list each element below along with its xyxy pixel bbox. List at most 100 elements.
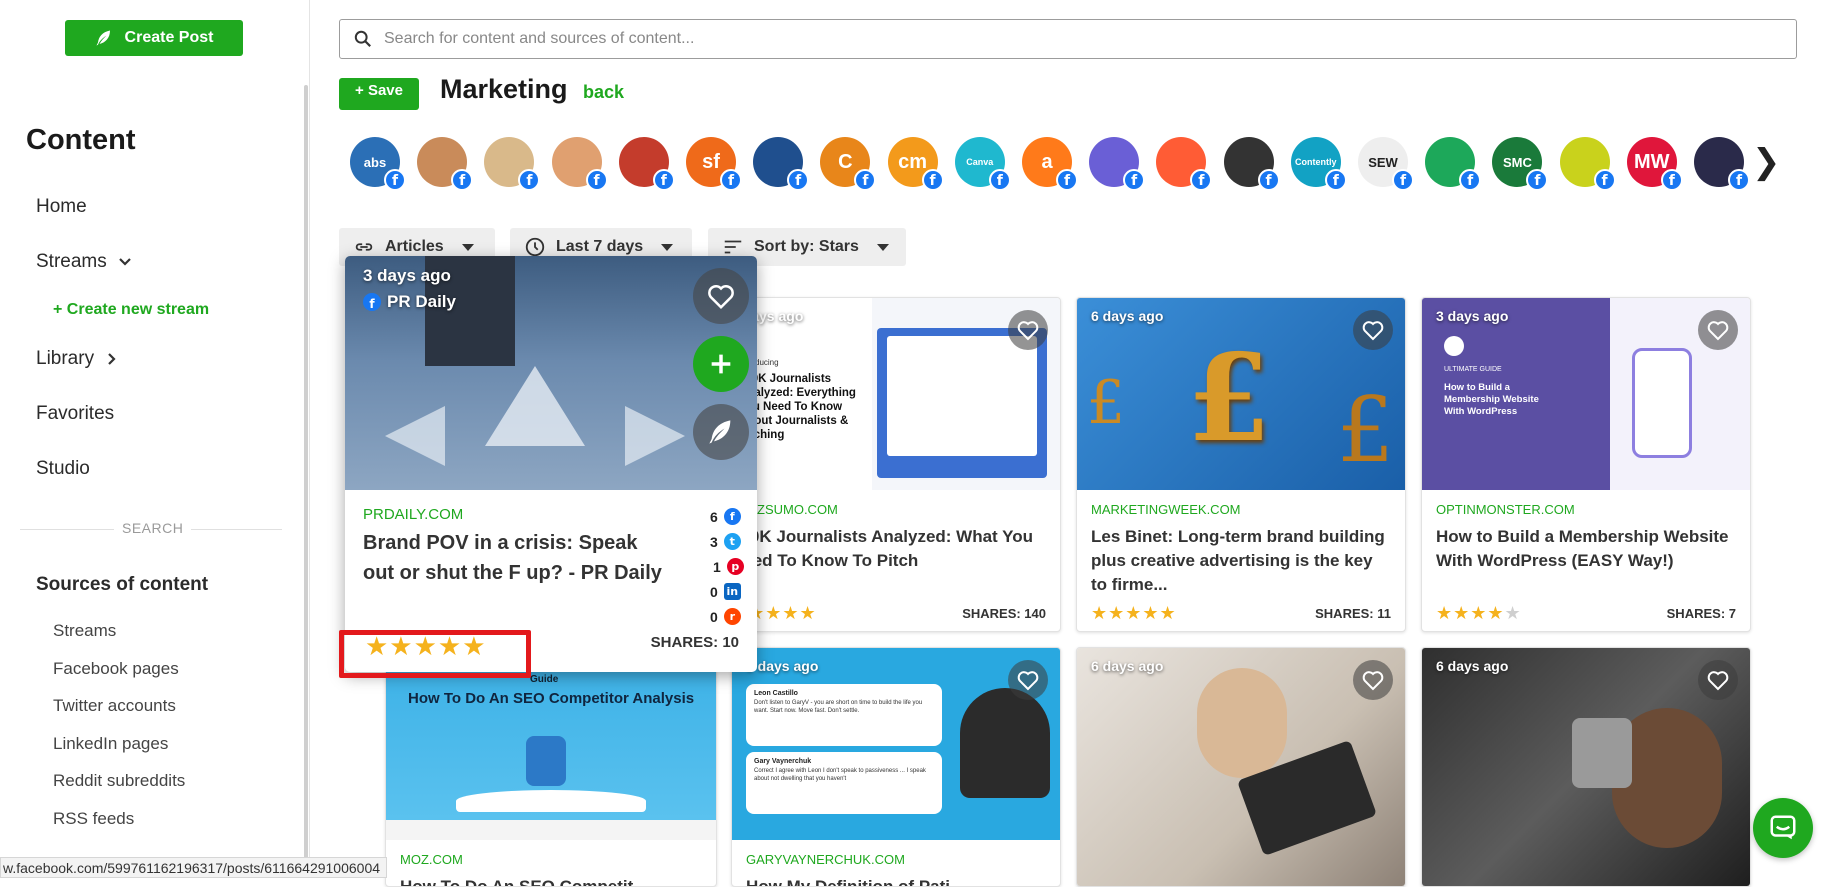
facebook-share-count: 6f bbox=[710, 508, 741, 525]
source-avatar[interactable]: abs f bbox=[350, 137, 406, 191]
add-icon[interactable] bbox=[693, 336, 749, 392]
facebook-icon: f bbox=[384, 169, 406, 191]
thumb-tag: ULTIMATE GUIDE bbox=[1444, 366, 1502, 373]
pound-symbol-icon: £ bbox=[1087, 368, 1126, 438]
sidebar-scrollbar[interactable] bbox=[304, 85, 308, 875]
count-value: 0 bbox=[710, 608, 718, 625]
favorite-heart-icon[interactable] bbox=[1698, 310, 1738, 350]
card-title[interactable]: Brand POV in a crisis: Speak out or shut… bbox=[363, 528, 673, 588]
favorite-heart-icon[interactable] bbox=[1008, 660, 1048, 700]
source-item-linkedin-pages[interactable]: LinkedIn pages bbox=[53, 734, 168, 754]
pinterest-icon: p bbox=[726, 558, 744, 575]
card-title[interactable]: 100K Journalists Analyzed: What You Need… bbox=[731, 525, 1046, 597]
card-domain[interactable]: PRDAILY.COM bbox=[363, 506, 757, 523]
article-card[interactable]: 6 days ago bbox=[1076, 647, 1406, 887]
card-footer: ★★★★★ SHARES: 11 bbox=[1091, 603, 1391, 624]
favorite-heart-icon[interactable] bbox=[1353, 660, 1393, 700]
reddit-icon: r bbox=[723, 608, 741, 625]
card-domain[interactable]: OPTINMONSTER.COM bbox=[1436, 502, 1750, 517]
source-avatar[interactable]: MW f bbox=[1626, 137, 1683, 191]
card-title[interactable]: Les Binet: Long-term brand building plus… bbox=[1091, 525, 1391, 597]
favorites-label: Favorites bbox=[36, 403, 115, 424]
source-avatar[interactable]: f bbox=[417, 137, 474, 191]
search-section-label: SEARCH bbox=[114, 520, 192, 536]
card-domain[interactable]: MARKETINGWEEK.COM bbox=[1091, 502, 1405, 517]
create-post-button[interactable]: Create Post bbox=[65, 20, 243, 56]
source-avatar[interactable]: f bbox=[1425, 137, 1482, 191]
source-avatar[interactable]: SMC f bbox=[1492, 137, 1549, 191]
search-box[interactable] bbox=[339, 19, 1797, 59]
feather-icon[interactable] bbox=[693, 404, 749, 460]
card-title[interactable]: How to Build a Membership Website With W… bbox=[1436, 525, 1736, 597]
card-age: 3 days ago bbox=[363, 266, 451, 285]
source-avatar[interactable]: f bbox=[1156, 137, 1213, 191]
source-avatar[interactable]: cm f bbox=[887, 137, 944, 191]
sidebar-item-studio[interactable]: Studio bbox=[36, 458, 90, 480]
facebook-icon: f bbox=[1728, 169, 1750, 191]
article-card[interactable]: £ £ £ 6 days ago MARKETINGWEEK.COM Les B… bbox=[1076, 297, 1406, 632]
facebook-icon: f bbox=[451, 169, 474, 191]
avatar-label: SMC bbox=[1502, 154, 1532, 170]
arrow-marking bbox=[385, 406, 445, 466]
count-value: 6 bbox=[710, 508, 718, 525]
favorite-heart-icon[interactable] bbox=[1008, 310, 1048, 350]
favorite-heart-icon[interactable] bbox=[1353, 310, 1393, 350]
search-input[interactable] bbox=[384, 30, 1764, 48]
save-button[interactable]: + Save bbox=[339, 78, 419, 110]
sidebar-item-library[interactable]: Library bbox=[36, 348, 120, 370]
facebook-icon: f bbox=[1123, 169, 1146, 191]
chevron-right-icon[interactable]: ❯ bbox=[1752, 142, 1781, 182]
avatar-label: a bbox=[1041, 150, 1053, 173]
source-avatar[interactable]: Contently f bbox=[1290, 137, 1347, 191]
card-domain[interactable]: BUZZSUMO.COM bbox=[731, 502, 1060, 517]
source-avatar[interactable]: f bbox=[618, 137, 675, 191]
rating-highlight-box bbox=[339, 630, 531, 678]
source-avatar[interactable]: f bbox=[1089, 137, 1146, 191]
shares-count: SHARES: 10 bbox=[650, 634, 739, 651]
source-item-streams[interactable]: Streams bbox=[53, 621, 116, 641]
card-domain[interactable]: MOZ.COM bbox=[400, 852, 716, 867]
avatar-label: abs bbox=[363, 154, 387, 170]
article-card[interactable]: Guide How To Do An SEO Competitor Analys… bbox=[385, 647, 717, 887]
favorite-heart-icon[interactable] bbox=[693, 268, 749, 324]
source-avatar[interactable]: f bbox=[753, 137, 810, 191]
card-domain[interactable]: GARYVAYNERCHUK.COM bbox=[746, 852, 1060, 867]
source-avatar[interactable]: Canva f bbox=[954, 137, 1011, 191]
create-new-stream-link[interactable]: + Create new stream bbox=[53, 301, 209, 319]
facebook-icon: f bbox=[720, 169, 742, 191]
tweet-text: Don't listen to GaryV - you are short on… bbox=[754, 700, 923, 714]
back-link[interactable]: back bbox=[583, 82, 624, 103]
facebook-icon: f bbox=[1190, 169, 1213, 191]
article-card[interactable]: Leon Castillo Don't listen to GaryV - yo… bbox=[731, 647, 1061, 887]
source-avatar[interactable]: f bbox=[551, 137, 608, 191]
source-avatar[interactable]: sf f bbox=[686, 137, 742, 191]
sidebar-item-favorites[interactable]: Favorites bbox=[36, 403, 114, 425]
source-avatar[interactable]: af bbox=[1022, 137, 1078, 191]
favorite-heart-icon[interactable] bbox=[1698, 660, 1738, 700]
source-avatar[interactable]: f bbox=[1559, 137, 1616, 191]
source-item-facebook-pages[interactable]: Facebook pages bbox=[53, 659, 179, 679]
article-card[interactable]: ULTIMATE GUIDE How to Build a Membership… bbox=[1421, 297, 1751, 632]
source-avatar[interactable]: f bbox=[1223, 137, 1280, 191]
source-item-reddit-subreddits[interactable]: Reddit subreddits bbox=[53, 771, 185, 791]
chat-button[interactable] bbox=[1753, 798, 1813, 858]
source-avatar[interactable]: Cf bbox=[820, 137, 877, 191]
sidebar-item-streams[interactable]: Streams bbox=[36, 251, 133, 273]
article-card[interactable]: 6 days ago bbox=[1421, 647, 1751, 887]
tweet-author: Leon Castillo bbox=[754, 690, 798, 697]
card-source: f PR Daily bbox=[363, 292, 456, 312]
card-title[interactable]: How To Do An SEO Competit... bbox=[400, 875, 702, 886]
source-avatar[interactable]: f bbox=[484, 137, 541, 191]
source-item-twitter-accounts[interactable]: Twitter accounts bbox=[53, 696, 176, 716]
arrow-marking bbox=[625, 406, 685, 466]
card-title[interactable]: How My Definition of Pati... bbox=[746, 875, 1046, 886]
article-card-expanded[interactable]: 3 days ago f PR Daily PRDAILY.COM Brand … bbox=[345, 256, 757, 672]
count-value: 1 bbox=[713, 558, 721, 575]
clock-icon bbox=[525, 237, 545, 257]
sidebar-item-home[interactable]: Home bbox=[36, 196, 87, 218]
article-card[interactable]: Introducing 100K Journalists Analyzed: E… bbox=[716, 297, 1061, 632]
source-avatar[interactable]: f bbox=[1694, 137, 1750, 191]
source-avatar[interactable]: SEW f bbox=[1358, 137, 1414, 191]
thumb-screenshot-panel bbox=[887, 336, 1037, 456]
source-item-rss-feeds[interactable]: RSS feeds bbox=[53, 809, 134, 829]
